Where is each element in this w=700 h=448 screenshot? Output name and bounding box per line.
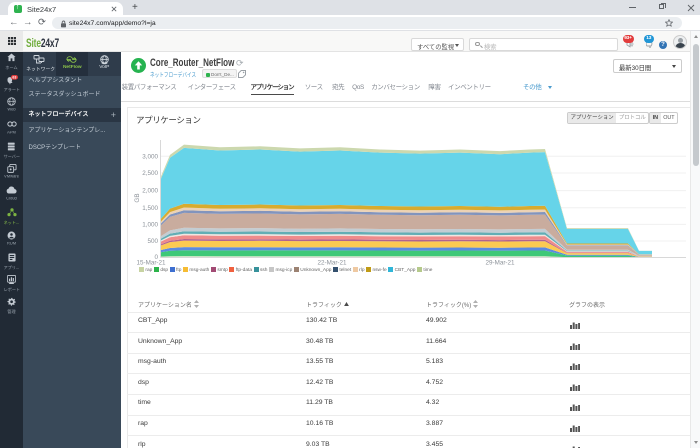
svg-text:63: 63: [12, 76, 16, 80]
